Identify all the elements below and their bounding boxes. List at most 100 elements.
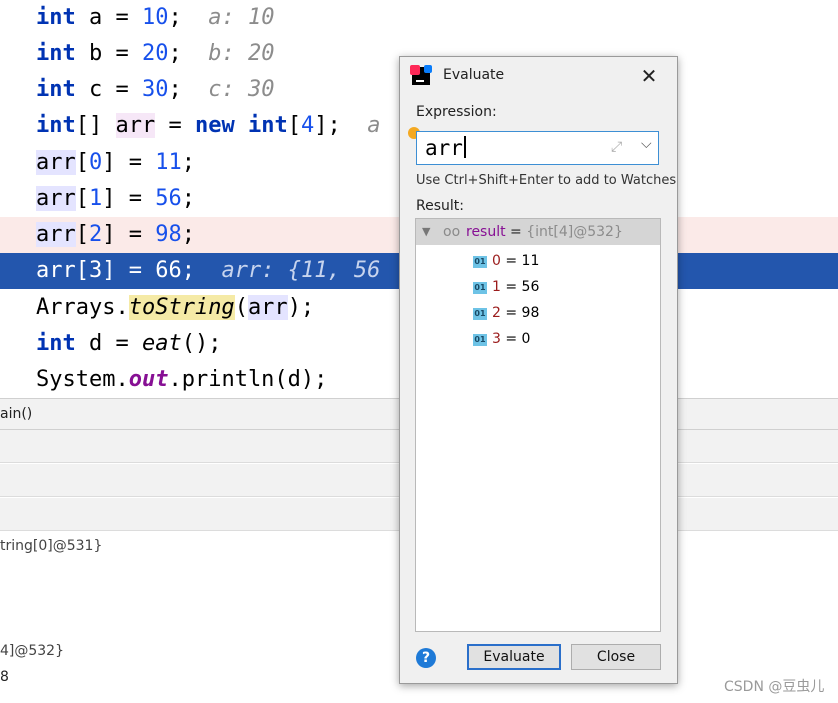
- code-text: [: [75, 150, 89, 175]
- code-text: ;: [181, 258, 195, 283]
- result-item[interactable]: 01 2 = 98: [473, 300, 539, 326]
- text-caret: [463, 136, 466, 158]
- inline-value-hint: b: 20: [208, 41, 275, 66]
- item-value: = 0: [500, 331, 531, 347]
- inline-value-hint: a: [367, 113, 381, 138]
- chevron-down-icon[interactable]: ⌵: [641, 136, 652, 152]
- code-text: ;: [168, 41, 182, 66]
- code-text: a =: [75, 5, 142, 30]
- item-value: = 56: [500, 279, 540, 295]
- number-literal: 30: [141, 77, 169, 102]
- code-text: d =: [75, 331, 142, 356]
- variable-args-value[interactable]: tring[0]@531}: [0, 538, 102, 554]
- frame-label: ain(): [0, 406, 33, 422]
- glasses-icon: oo: [443, 224, 461, 240]
- item-index: 0: [492, 253, 501, 269]
- number-literal: 66: [155, 258, 182, 283]
- evaluate-button[interactable]: Evaluate: [467, 644, 561, 670]
- code-text: (: [234, 295, 248, 320]
- evaluate-dialog: Evaluate ✕ Expression: arr ⤢ ⌵ Use Ctrl+…: [399, 56, 678, 684]
- code-text: );: [287, 295, 315, 320]
- inline-value-hint: a: 10: [208, 5, 275, 30]
- item-index: 1: [492, 279, 501, 295]
- dialog-title-bar[interactable]: Evaluate ✕: [400, 57, 677, 95]
- intellij-icon: [410, 65, 432, 85]
- code-text: ;: [168, 5, 182, 30]
- expression-label: Expression:: [416, 104, 497, 120]
- result-name: result: [466, 224, 506, 240]
- code-text: [: [75, 222, 89, 247]
- number-literal: 1: [89, 186, 103, 211]
- code-text: ;: [181, 222, 195, 247]
- class-name: Arrays.: [36, 295, 129, 320]
- arr-variable: arr: [36, 258, 76, 283]
- result-eq: =: [505, 224, 527, 240]
- variable-value[interactable]: 8: [0, 669, 9, 685]
- method-name: toString: [128, 295, 235, 320]
- help-icon[interactable]: ?: [416, 648, 436, 668]
- primitive-icon: 01: [473, 308, 487, 320]
- watermark: CSDN @豆虫儿: [724, 679, 825, 695]
- code-text: [: [287, 113, 301, 138]
- code-text: ] =: [102, 150, 156, 175]
- keyword: int: [36, 41, 76, 66]
- expression-input[interactable]: arr ⤢ ⌵: [416, 131, 659, 165]
- method-name: eat: [141, 331, 182, 356]
- variable-arr-value[interactable]: 4]@532}: [0, 643, 64, 659]
- code-text: [: [75, 186, 89, 211]
- expression-text: arr: [425, 136, 463, 160]
- number-literal: 10: [141, 5, 169, 30]
- result-label: Result:: [416, 198, 464, 214]
- arr-variable: arr: [36, 222, 76, 247]
- code-text: ] =: [102, 222, 156, 247]
- keyword: int: [36, 77, 76, 102]
- result-item[interactable]: 01 3 = 0: [473, 326, 530, 352]
- number-literal: 2: [89, 222, 103, 247]
- number-literal: 56: [155, 186, 182, 211]
- arr-variable: arr: [36, 186, 76, 211]
- close-icon[interactable]: ✕: [638, 65, 660, 87]
- arr-variable: arr: [36, 150, 76, 175]
- code-text: ;: [168, 77, 182, 102]
- code-text: b =: [75, 41, 142, 66]
- result-value: {int[4]@532}: [526, 224, 623, 240]
- dialog-title: Evaluate: [443, 67, 505, 83]
- result-root-node[interactable]: ▼ oo result = {int[4]@532}: [416, 219, 660, 245]
- expand-icon[interactable]: ⤢: [611, 139, 622, 155]
- code-text: ();: [181, 331, 222, 356]
- code-text: []: [75, 113, 116, 138]
- result-item[interactable]: 01 0 = 11: [473, 248, 539, 274]
- keyword: int: [36, 331, 76, 356]
- arr-variable: arr: [115, 113, 156, 138]
- number-literal: 98: [155, 222, 182, 247]
- primitive-icon: 01: [473, 282, 487, 294]
- code-text: c =: [75, 77, 142, 102]
- item-value: = 11: [500, 253, 540, 269]
- code-text: =: [155, 113, 195, 138]
- number-literal: 11: [155, 150, 182, 175]
- keyword: int: [248, 113, 288, 138]
- keyword: int: [36, 113, 76, 138]
- watches-hint: Use Ctrl+Shift+Enter to add to Watches: [416, 173, 677, 188]
- static-field: out: [128, 367, 169, 392]
- close-button[interactable]: Close: [571, 644, 661, 670]
- primitive-icon: 01: [473, 256, 487, 268]
- number-literal: 0: [89, 150, 103, 175]
- number-literal: 20: [141, 41, 169, 66]
- item-value: = 98: [500, 305, 540, 321]
- result-item[interactable]: 01 1 = 56: [473, 274, 539, 300]
- arr-variable: arr: [247, 295, 288, 320]
- keyword: new: [195, 113, 235, 138]
- item-index: 2: [492, 305, 501, 321]
- result-tree[interactable]: ▼ oo result = {int[4]@532} 01 0 = 11 01 1 …: [415, 218, 661, 632]
- code-text: ];: [314, 113, 341, 138]
- code-line[interactable]: int a = 10; a: 10: [0, 0, 838, 36]
- code-text: ;: [181, 150, 195, 175]
- code-text: ] =: [102, 258, 156, 283]
- collapse-triangle-icon[interactable]: ▼: [422, 219, 430, 245]
- inline-value-hint: arr: {11, 56: [221, 258, 381, 283]
- number-literal: 4: [301, 113, 315, 138]
- code-text: ;: [181, 186, 195, 211]
- class-name: System.: [36, 367, 129, 392]
